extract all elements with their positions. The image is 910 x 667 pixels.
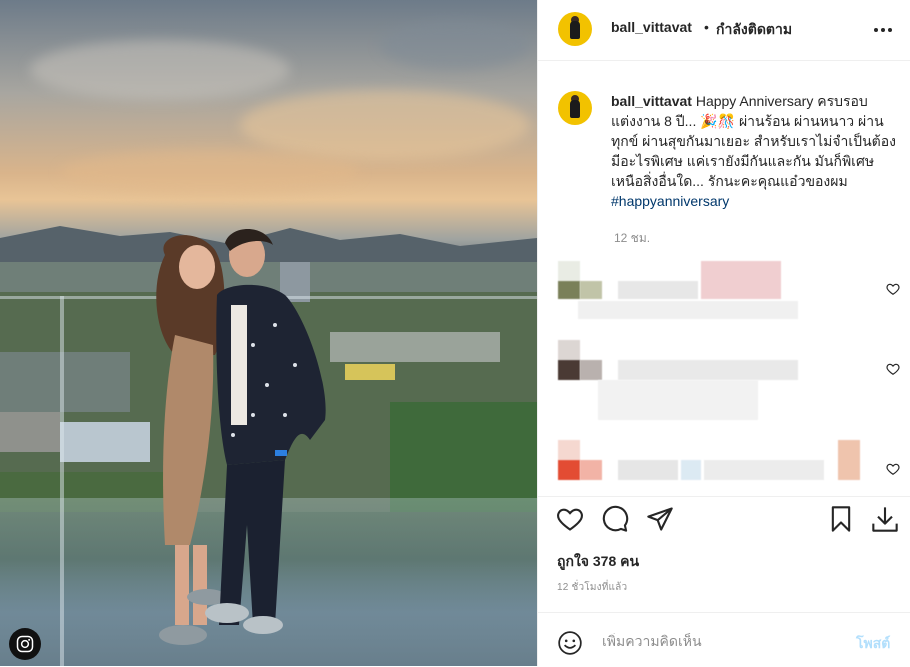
couple-figure bbox=[156, 229, 326, 645]
comment-input[interactable] bbox=[602, 633, 842, 649]
caption-avatar[interactable] bbox=[558, 91, 592, 125]
bookmark-icon[interactable] bbox=[827, 505, 855, 533]
more-options-icon[interactable] bbox=[874, 28, 892, 32]
caption-username[interactable]: ball_vittavat bbox=[611, 93, 692, 109]
heart-icon[interactable] bbox=[556, 505, 584, 533]
download-icon[interactable] bbox=[871, 505, 899, 533]
author-username[interactable]: ball_vittavat bbox=[611, 19, 692, 35]
instagram-icon bbox=[16, 635, 34, 653]
caption-hashtag[interactable]: #happyanniversary bbox=[611, 193, 729, 209]
like-count[interactable]: ถูกใจ 378 คน bbox=[557, 551, 639, 573]
emoji-icon[interactable] bbox=[557, 630, 583, 656]
glass-post bbox=[60, 296, 64, 666]
comment-icon[interactable] bbox=[601, 505, 629, 533]
action-bar bbox=[538, 496, 910, 541]
post-caption: ball_vittavat Happy Anniversary ครบรอบแต… bbox=[611, 91, 903, 211]
post-header: ball_vittavat • กำลังติดตาม bbox=[538, 0, 910, 61]
share-icon[interactable] bbox=[646, 505, 674, 533]
author-avatar[interactable] bbox=[558, 12, 592, 46]
instagram-badge[interactable] bbox=[9, 628, 41, 660]
comment-like-heart-icon[interactable] bbox=[886, 462, 900, 476]
post-sidebar: ball_vittavat • กำลังติดตาม ball_vittava… bbox=[537, 0, 910, 666]
comment-like-heart-icon[interactable] bbox=[886, 362, 900, 376]
caption-time: 12 ชม. bbox=[614, 231, 651, 245]
comment-composer: โพสต์ bbox=[538, 612, 910, 667]
instagram-post-view: ball_vittavat • กำลังติดตาม ball_vittava… bbox=[0, 0, 910, 666]
post-comment-button[interactable]: โพสต์ bbox=[856, 633, 890, 655]
post-timestamp[interactable]: 12 ชั่วโมงที่แล้ว bbox=[557, 580, 627, 595]
header-separator: • bbox=[704, 19, 709, 35]
post-photo[interactable] bbox=[0, 0, 537, 666]
follow-status-button[interactable]: กำลังติดตาม bbox=[716, 19, 792, 41]
comment-like-heart-icon[interactable] bbox=[886, 282, 900, 296]
